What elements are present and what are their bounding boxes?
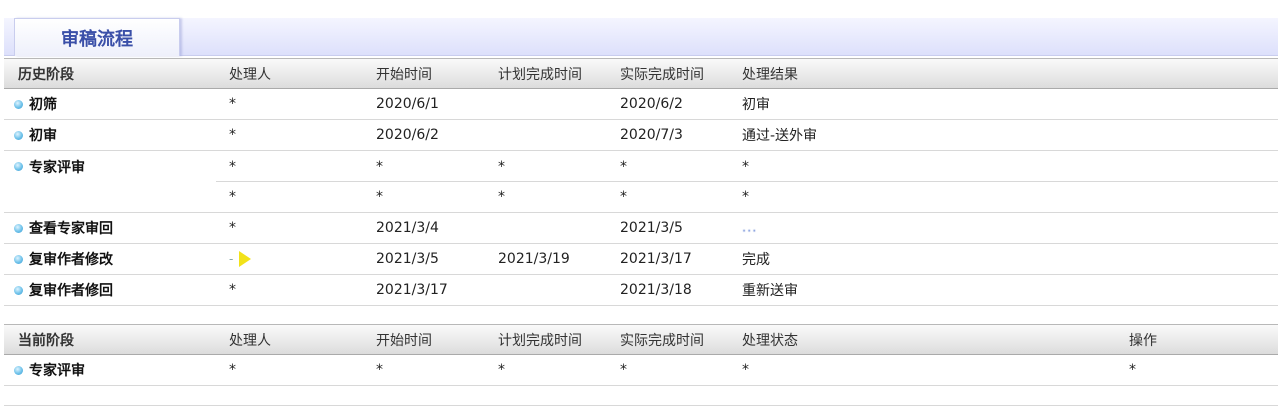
header-start-time: 开始时间	[376, 66, 432, 83]
result: *	[742, 158, 749, 175]
current-header-row: 当前阶段 处理人 开始时间 计划完成时间 实际完成时间 处理状态 操作	[4, 324, 1278, 355]
stage-name: 复审作者修回	[29, 283, 113, 299]
table-spacer	[4, 386, 1278, 406]
start-time: 2021/3/17	[376, 282, 448, 298]
stage-name: 复审作者修改	[29, 252, 113, 268]
stage-name: 专家评审	[29, 159, 85, 176]
table-row: 查看专家审回 * 2021/3/4 2021/3/5 ...	[4, 213, 1278, 244]
history-header-row: 历史阶段 处理人 开始时间 计划完成时间 实际完成时间 处理结果	[4, 58, 1278, 89]
table-row: 专家评审 * * * * * *	[4, 355, 1278, 386]
start-time: *	[376, 189, 383, 205]
table-row: 初筛 * 2020/6/1 2020/6/2 初审	[4, 89, 1278, 120]
start-time: 2020/6/1	[376, 96, 439, 112]
header-result: 处理结果	[742, 66, 798, 83]
result: *	[742, 189, 749, 205]
header-actual-time: 实际完成时间	[620, 332, 704, 349]
stage-name: 查看专家审回	[29, 221, 113, 237]
header-operation: 操作	[1129, 332, 1157, 349]
plan-time: 2021/3/19	[498, 251, 570, 267]
start-time: *	[376, 158, 383, 175]
start-time: 2020/6/2	[376, 127, 439, 143]
table-row: 专家评审 * * * * *	[4, 151, 1278, 182]
history-table: 历史阶段 处理人 开始时间 计划完成时间 实际完成时间 处理结果 初筛 * 20…	[4, 58, 1278, 326]
actual-time: *	[620, 189, 627, 205]
header-stage: 当前阶段	[18, 332, 74, 349]
bullet-icon	[14, 285, 23, 295]
header-actual-time: 实际完成时间	[620, 66, 704, 83]
actual-time: 2021/3/18	[620, 282, 692, 298]
start-time: 2021/3/4	[376, 220, 439, 236]
actual-time: 2020/7/3	[620, 127, 683, 143]
table-row: 复审作者修改 - 2021/3/5 2021/3/19 2021/3/17 完成	[4, 244, 1278, 275]
plan-time: *	[498, 158, 505, 175]
handler: *	[229, 282, 236, 298]
handler: -	[229, 252, 234, 266]
actual-time: 2020/6/2	[620, 96, 683, 112]
tab-review-process[interactable]: 审稿流程	[14, 18, 180, 56]
header-stage: 历史阶段	[18, 66, 74, 83]
status: *	[742, 362, 749, 378]
start-time: 2021/3/5	[376, 251, 439, 267]
stage-name: 专家评审	[29, 363, 85, 379]
header-plan-time: 计划完成时间	[498, 66, 582, 83]
stage-name: 初审	[29, 128, 57, 144]
header-start-time: 开始时间	[376, 332, 432, 349]
bullet-icon	[14, 365, 23, 375]
plan-time: *	[498, 189, 505, 205]
header-handler: 处理人	[229, 66, 271, 83]
bullet-icon	[14, 99, 23, 109]
plan-time: *	[498, 362, 505, 378]
stage-name: 初筛	[29, 97, 57, 113]
handler: *	[229, 96, 236, 112]
handler: *	[229, 220, 236, 236]
header-handler: 处理人	[229, 332, 271, 349]
bullet-icon	[14, 162, 23, 171]
result-link[interactable]: ...	[742, 221, 1122, 236]
table-spacer	[4, 306, 1278, 326]
actual-time: *	[620, 362, 627, 378]
result: 通过-送外审	[742, 128, 818, 144]
start-time: *	[376, 362, 383, 378]
result: 完成	[742, 252, 770, 268]
table-row: * * * * *	[4, 182, 1278, 213]
handler: *	[229, 127, 236, 143]
header-plan-time: 计划完成时间	[498, 332, 582, 349]
result: 重新送审	[742, 283, 798, 299]
handler: *	[229, 189, 236, 205]
bullet-icon	[14, 254, 23, 264]
handler: *	[229, 362, 236, 378]
header-status: 处理状态	[742, 332, 798, 349]
table-row: 复审作者修回 * 2021/3/17 2021/3/18 重新送审	[4, 275, 1278, 306]
actual-time: *	[620, 158, 627, 175]
current-table: 当前阶段 处理人 开始时间 计划完成时间 实际完成时间 处理状态 操作 专家评审…	[4, 324, 1278, 406]
pointer-cursor-icon	[239, 251, 252, 267]
actual-time: 2021/3/17	[620, 251, 692, 267]
actual-time: 2021/3/5	[620, 220, 683, 236]
table-row: 初审 * 2020/6/2 2020/7/3 通过-送外审	[4, 120, 1278, 151]
bullet-icon	[14, 130, 23, 140]
bullet-icon	[14, 223, 23, 233]
handler: *	[229, 158, 236, 175]
result: 初审	[742, 97, 770, 113]
operation[interactable]: *	[1129, 362, 1136, 378]
tab-bar: 审稿流程	[4, 18, 1278, 56]
